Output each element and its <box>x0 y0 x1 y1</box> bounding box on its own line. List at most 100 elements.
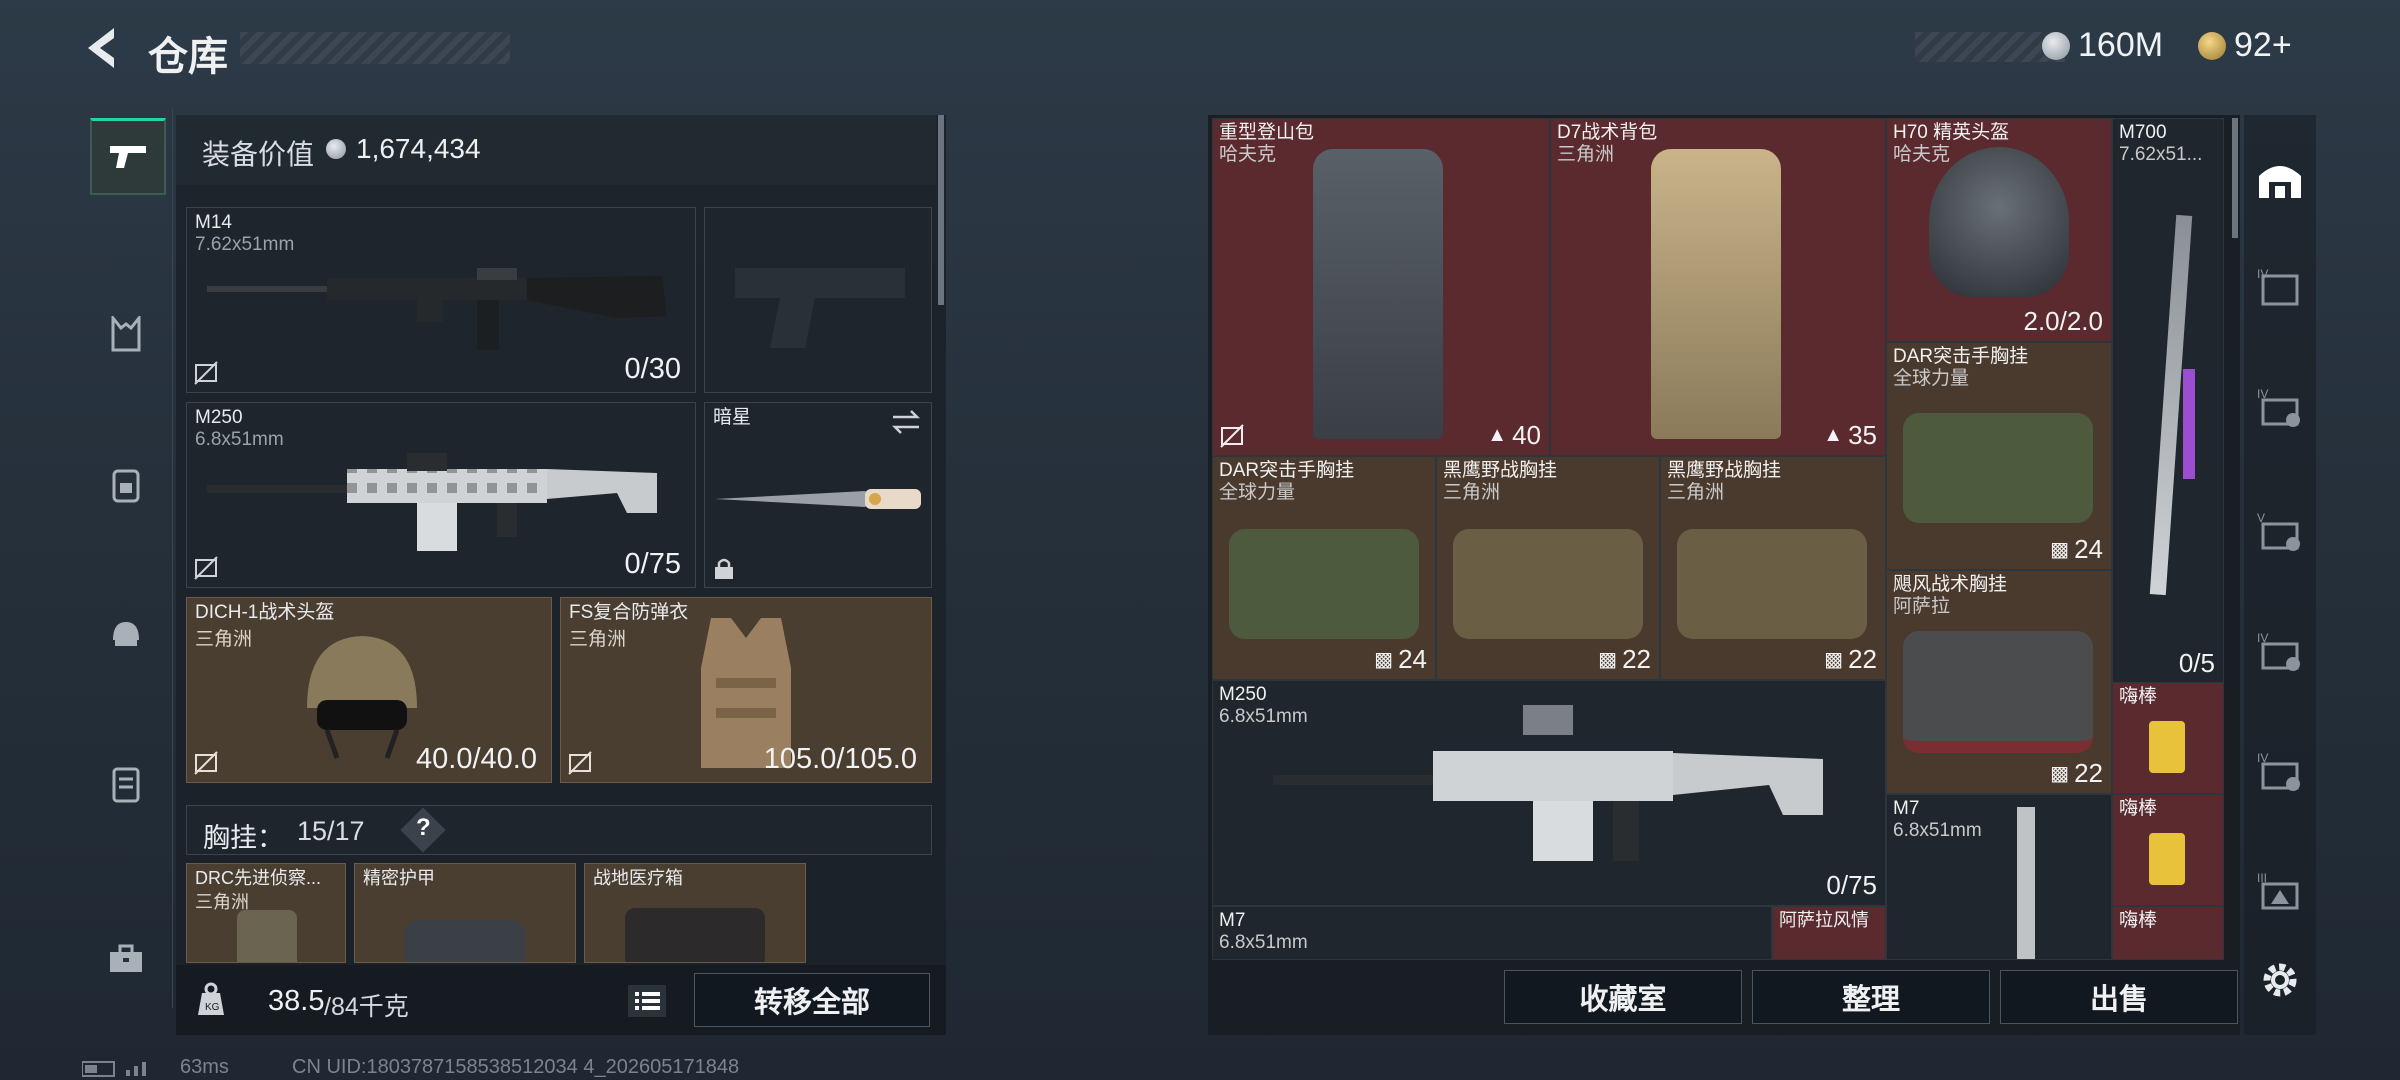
nav-backpack[interactable] <box>90 448 162 520</box>
grid-item[interactable]: 阿萨拉风情 <box>1772 906 1886 960</box>
weight-icon: KG <box>198 982 224 1015</box>
storage-tier-icon: III <box>2257 871 2299 910</box>
tab-storage-4c[interactable]: IV <box>2248 620 2312 684</box>
ammo-count: 0/5 <box>2178 648 2215 678</box>
ammo-count: 0/30 <box>624 353 681 385</box>
nav-armor[interactable] <box>90 748 162 820</box>
equipment-panel: 装备价值 1,674,434 M14 7.62x51mm 0/30 M250 6… <box>176 115 946 1035</box>
currency-havoc-coin[interactable]: 160M <box>2042 26 2163 65</box>
rig-capacity: 15/17 <box>297 816 365 846</box>
grid-item[interactable]: M700 7.62x51... 0/5 <box>2112 118 2224 684</box>
grid-item[interactable]: D7战术背包 三角洲 ▲ 35 <box>1550 118 1886 456</box>
item-name: M700 7.62x51... <box>2119 122 2203 166</box>
collection-room-button[interactable]: 收藏室 <box>1504 970 1742 1024</box>
storage-tier-icon: IV <box>2257 267 2299 306</box>
primary-weapon-slot[interactable]: M14 7.62x51mm 0/30 <box>186 207 696 393</box>
item-name: M7 6.8x51mm <box>1893 798 1982 842</box>
rig-item-name: 战地医疗箱 <box>593 868 683 888</box>
tab-storage-4[interactable]: IV <box>2248 256 2312 320</box>
helmet-brand: 三角洲 <box>195 629 253 650</box>
no-insurance-icon <box>1220 424 1244 448</box>
item-name: 嗨棒 <box>2119 686 2158 707</box>
silver-coin-icon <box>2042 31 2070 60</box>
tab-all-storage[interactable] <box>2248 146 2312 210</box>
chest-rig-image <box>1903 413 2093 523</box>
capacity-icon: ▲ <box>1487 424 1508 446</box>
sidearm-slot-empty[interactable] <box>704 207 932 393</box>
item-count: ▩ 22 <box>2050 758 2103 788</box>
medkit-image <box>625 908 765 962</box>
page-title: 仓库 <box>148 35 228 79</box>
svg-text:IV: IV <box>2257 387 2268 401</box>
swap-icon[interactable] <box>891 409 921 435</box>
scope-image <box>2183 369 2195 479</box>
grid-item[interactable]: 嗨棒 <box>2112 682 2224 794</box>
sort-button[interactable]: 整理 <box>1752 970 1990 1024</box>
grid-item[interactable]: 嗨棒 <box>2112 906 2224 960</box>
item-name: D7战术背包 三角洲 <box>1557 122 1658 166</box>
warehouse-icon <box>2259 166 2301 198</box>
nav-weapons[interactable] <box>90 118 166 195</box>
grid-item[interactable]: M250 6.8x51mm 0/75 <box>1212 680 1886 906</box>
tab-storage-4d[interactable]: IV <box>2248 740 2312 804</box>
list-icon[interactable] <box>628 985 666 1017</box>
sell-button[interactable]: 出售 <box>2000 970 2238 1024</box>
backpack-image <box>1651 149 1781 439</box>
storage-tier-icon: V <box>2257 511 2300 551</box>
rig-item[interactable]: 精密护甲 <box>354 863 576 963</box>
grid-item[interactable]: 飓风战术胸挂 阿萨拉 ▩ 22 <box>1886 570 2112 794</box>
chest-rig-image <box>1677 529 1867 639</box>
grid-scrollbar[interactable] <box>2232 118 2238 238</box>
nav-chest-rig[interactable] <box>90 298 162 370</box>
grid-item[interactable]: M7 6.8x51mm <box>1886 794 2112 960</box>
weapon-name: M250 <box>195 407 243 428</box>
helmet-slot[interactable]: DICH-1战术头盔 三角洲 40.0/40.0 <box>186 597 552 783</box>
help-icon[interactable]: ? <box>416 814 431 842</box>
machine-gun-image <box>1273 705 1823 861</box>
gold-coin-icon <box>2198 31 2226 60</box>
item-count: ▩ 22 <box>1598 644 1651 674</box>
item-count: ▲ 35 <box>1823 420 1877 450</box>
toolbox-icon <box>110 944 142 972</box>
ammo-count: 0/75 <box>1826 870 1877 900</box>
grid-item[interactable]: 嗨棒 <box>2112 794 2224 906</box>
rig-item[interactable]: 战地医疗箱 <box>584 863 806 963</box>
item-name: 阿萨拉风情 <box>1779 910 1869 930</box>
grid-item[interactable]: 重型登山包 哈夫克 ▲ 40 <box>1212 118 1550 456</box>
nav-helmet[interactable] <box>90 598 162 670</box>
grid-item[interactable]: M7 6.8x51mm <box>1212 906 1772 960</box>
helmet-image <box>1929 147 2069 297</box>
grid-item[interactable]: H70 精英头盔 哈夫克 2.0/2.0 <box>1886 118 2112 342</box>
melee-slot[interactable]: 暗星 <box>704 402 932 588</box>
user-uid: CN UID:1803787158538512034 4_20260517184… <box>292 1056 740 1078</box>
helmet-icon <box>113 622 139 646</box>
secondary-weapon-slot[interactable]: M250 6.8x51mm 0/75 <box>186 402 696 588</box>
grid-item[interactable]: 黑鹰野战胸挂 三角洲 ▩ 22 <box>1660 456 1886 680</box>
durability: 105.0/105.0 <box>763 743 917 775</box>
storage-tier-icon: IV <box>2257 387 2300 427</box>
item-name: 飓风战术胸挂 阿萨拉 <box>1893 574 2008 618</box>
no-insurance-icon <box>194 751 218 775</box>
rig-item[interactable]: DRC先进侦察... 三角洲 <box>186 863 346 963</box>
svg-text:IV: IV <box>2257 631 2268 645</box>
transfer-all-button[interactable]: 转移全部 <box>694 973 930 1027</box>
rig-icon: ▩ <box>2050 763 2070 785</box>
armor-slot[interactable]: FS复合防弹衣 三角洲 105.0/105.0 <box>560 597 932 783</box>
chest-rig-image <box>1903 631 2093 753</box>
grid-item[interactable]: 黑鹰野战胸挂 三角洲 ▩ 22 <box>1436 456 1660 680</box>
currency-premium[interactable]: 92+ <box>2198 26 2292 65</box>
back-arrow-icon[interactable] <box>78 22 130 74</box>
scrollbar[interactable] <box>938 115 944 305</box>
chest-rig-header: 胸挂： 15/17 ? <box>186 805 932 855</box>
nav-toolbox[interactable] <box>90 923 162 995</box>
armor-name: FS复合防弹衣 <box>569 602 689 623</box>
grid-item[interactable]: DAR突击手胸挂 全球力量 ▩ 24 <box>1212 456 1436 680</box>
backpack-icon <box>112 469 140 503</box>
settings-button[interactable] <box>2248 948 2312 1012</box>
tab-storage-5[interactable]: V <box>2248 500 2312 564</box>
grid-item[interactable]: DAR突击手胸挂 全球力量 ▩ 24 <box>1886 342 2112 570</box>
tab-storage-4b[interactable]: IV <box>2248 376 2312 440</box>
tab-storage-3[interactable]: III <box>2248 860 2312 924</box>
backpack-image <box>1313 149 1443 439</box>
item-image <box>237 910 297 962</box>
